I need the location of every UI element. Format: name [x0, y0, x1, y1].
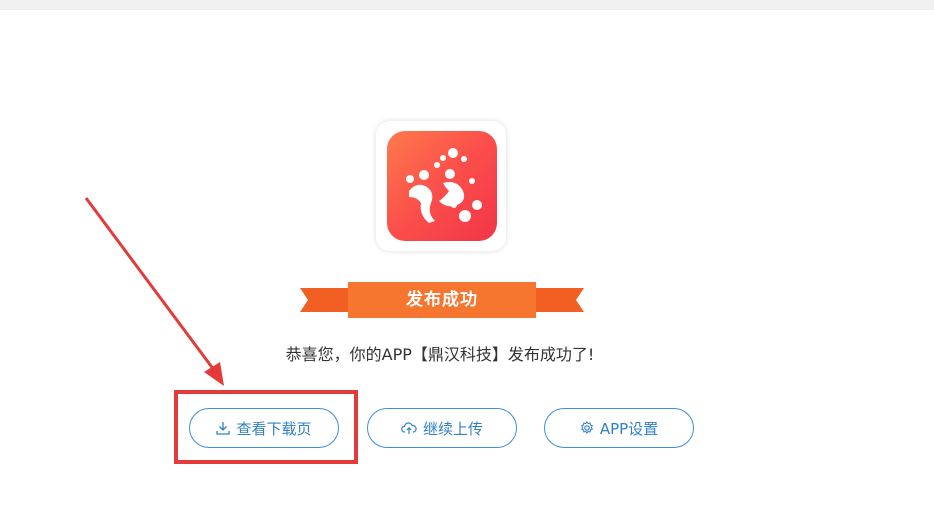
cloud-upload-icon: [401, 422, 417, 434]
top-strip: [0, 0, 934, 10]
continue-upload-label: 继续上传: [422, 419, 483, 438]
annotation-highlight-box: [174, 390, 358, 464]
continue-upload-button[interactable]: 继续上传: [367, 408, 517, 448]
app-settings-label: APP设置: [599, 419, 659, 438]
app-settings-button[interactable]: APP设置: [544, 408, 694, 448]
gear-icon: [580, 421, 593, 434]
success-message: 恭喜您，你的APP【鼎汉科技】发布成功了!: [285, 345, 595, 364]
banner-title: 发布成功: [406, 290, 478, 310]
page: 发布成功 恭喜您，你的APP【鼎汉科技】发布成功了! 查看下载页 继续上传 AP…: [0, 0, 934, 524]
app-logo-icon: [387, 131, 497, 241]
success-banner: 发布成功: [300, 282, 584, 318]
app-icon-frame: [376, 121, 506, 251]
